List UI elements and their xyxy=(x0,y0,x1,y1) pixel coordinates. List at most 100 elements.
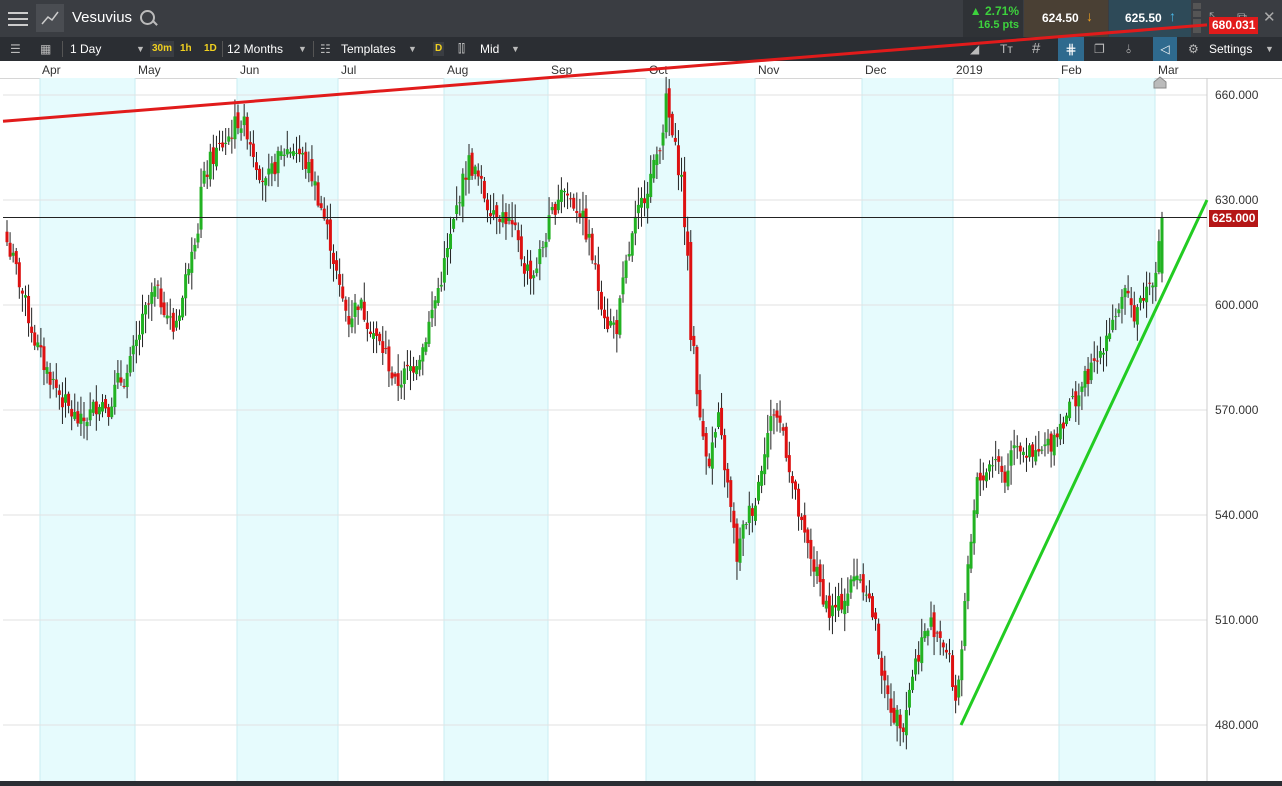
candle-body xyxy=(1074,391,1078,407)
interval-dropdown-icon[interactable]: ▼ xyxy=(136,37,145,61)
candle-body xyxy=(834,604,838,608)
candle-body xyxy=(1138,297,1142,303)
quick-1d-button[interactable]: 1D xyxy=(204,37,217,61)
candle-body xyxy=(492,210,496,215)
candle-body xyxy=(341,286,345,299)
grid-icon[interactable]: # xyxy=(1032,37,1040,61)
price-tag-icon[interactable]: ◁ xyxy=(1153,37,1177,61)
settings-gear-icon[interactable]: ⚙ xyxy=(1188,37,1199,61)
candle-body xyxy=(1114,316,1118,318)
candle-body xyxy=(224,142,228,145)
candle-body xyxy=(692,335,696,346)
candle-body xyxy=(812,559,816,572)
indicator-icon[interactable]: ⫰ xyxy=(1126,37,1131,61)
candle-body xyxy=(1151,285,1155,288)
layers-icon[interactable]: ☰ xyxy=(10,37,21,61)
month-label: Nov xyxy=(758,63,780,77)
candle-body xyxy=(867,593,871,599)
buy-button[interactable]: 625.50 ↑ xyxy=(1109,0,1191,37)
candle-body xyxy=(562,190,566,193)
down-arrow-icon: ↓ xyxy=(1086,8,1093,24)
candle-body xyxy=(33,332,37,346)
candle-body xyxy=(572,197,576,209)
range-select[interactable]: 12 Months xyxy=(227,37,283,61)
candle-body xyxy=(97,406,101,415)
candle-body xyxy=(547,215,551,240)
settings-button[interactable]: Settings xyxy=(1209,37,1252,61)
price-type-select[interactable]: Mid xyxy=(480,37,499,61)
quick-1h-button[interactable]: 1h xyxy=(180,37,192,61)
candle-body xyxy=(874,612,878,620)
candle-body xyxy=(464,177,468,180)
candle-body xyxy=(439,284,443,287)
candle-body xyxy=(504,212,508,225)
candle-body xyxy=(304,151,308,169)
price-chart[interactable] xyxy=(0,0,1282,786)
sell-button[interactable]: 624.50 ↓ xyxy=(1024,0,1108,37)
bottom-scrollbar[interactable] xyxy=(0,781,1282,786)
candle-body xyxy=(1117,309,1121,314)
candle-body xyxy=(772,414,776,416)
price-type-dropdown-icon[interactable]: ▼ xyxy=(511,37,520,61)
candle-body xyxy=(421,347,425,362)
candle-body xyxy=(393,373,397,377)
candle-body xyxy=(710,442,714,469)
candle-body xyxy=(750,508,754,516)
candle-body xyxy=(85,421,89,427)
candle-body xyxy=(827,595,831,618)
candle-body xyxy=(236,112,240,129)
candle-body xyxy=(125,372,129,388)
candle-body xyxy=(797,488,801,517)
text-tool-icon[interactable]: Tт xyxy=(1000,37,1013,61)
month-label: Aug xyxy=(447,63,469,77)
copy-icon[interactable]: ❐ xyxy=(1094,37,1105,61)
candle-body xyxy=(861,574,865,593)
depth-bars-icon[interactable] xyxy=(1193,3,1201,34)
menu-icon[interactable] xyxy=(8,10,28,26)
candle-body xyxy=(328,219,332,251)
candle-body xyxy=(273,161,277,175)
quick-30m-button[interactable]: 30m xyxy=(150,41,175,57)
candle-body xyxy=(427,321,431,344)
candle-body xyxy=(738,538,742,563)
candle-body xyxy=(11,252,15,256)
templates-icon[interactable]: ☷ xyxy=(320,37,331,61)
layout-icon[interactable]: ▦ xyxy=(40,37,51,61)
candle-body xyxy=(60,397,64,408)
candle-body xyxy=(193,244,197,252)
chart-type-icon[interactable] xyxy=(36,4,64,32)
candle-body xyxy=(30,326,34,333)
settings-dropdown-icon[interactable]: ▼ xyxy=(1265,37,1274,61)
candle-body xyxy=(951,655,955,688)
candle-body xyxy=(470,152,474,176)
draw-line-icon[interactable]: ◢ xyxy=(970,37,979,61)
templates-dropdown-icon[interactable]: ▼ xyxy=(408,37,417,61)
candle-body xyxy=(911,676,915,691)
candle-body xyxy=(1126,290,1130,294)
candle-body xyxy=(661,132,665,146)
candle-body xyxy=(1049,433,1053,452)
interval-select[interactable]: 1 Day xyxy=(70,37,101,61)
candle-body xyxy=(1061,422,1065,429)
candle-body xyxy=(350,318,354,328)
candle-body xyxy=(513,222,517,226)
candle-body xyxy=(338,274,342,285)
chart-toolbar: ☰ ▦ 1 Day ▼ 30m 1h 1D 12 Months ▼ ☷ Temp… xyxy=(0,37,1282,61)
candle-body xyxy=(258,168,262,181)
candle-body xyxy=(134,339,138,347)
candle-body xyxy=(94,401,98,415)
candle-body xyxy=(1142,298,1146,301)
candle-body xyxy=(402,368,406,384)
crosshair-icon[interactable]: ⋕ xyxy=(1058,37,1084,61)
candle-body xyxy=(895,709,899,727)
candle-body xyxy=(683,171,687,228)
range-dropdown-icon[interactable]: ▼ xyxy=(298,37,307,61)
templates-button[interactable]: Templates xyxy=(341,37,396,61)
instrument-header: Vesuvius ▲ 2.71% 16.5 pts 624.50 ↓ 625.5… xyxy=(0,0,1282,37)
candle-body xyxy=(375,328,379,336)
buy-price: 625.50 xyxy=(1125,11,1162,25)
candles-icon[interactable]: ⫿⫿ xyxy=(458,37,465,61)
candle-body xyxy=(1040,449,1044,451)
close-icon[interactable]: ✕ xyxy=(1263,8,1276,26)
candle-body xyxy=(612,322,616,325)
